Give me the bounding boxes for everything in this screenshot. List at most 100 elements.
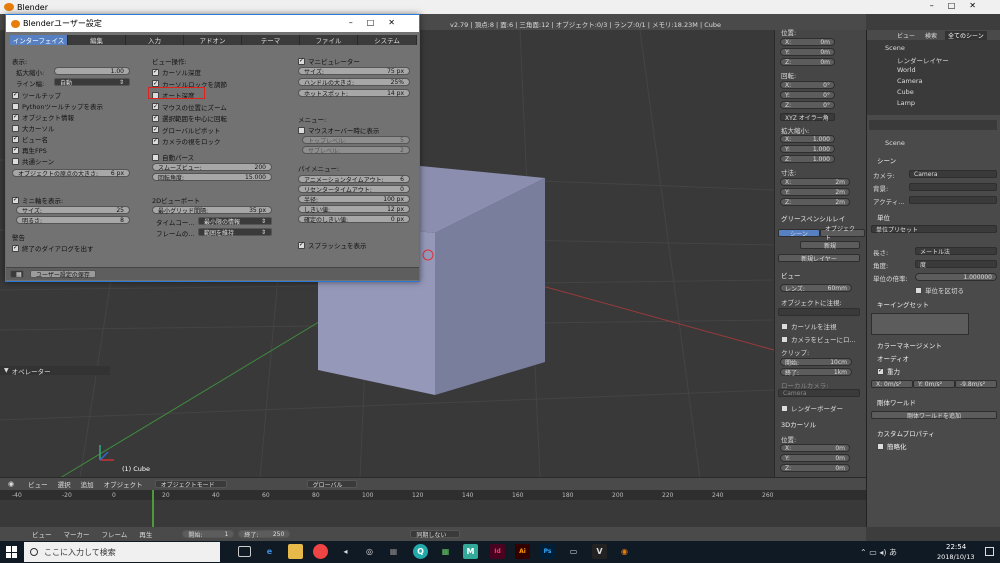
outliner-tab-search[interactable]: 検索 (925, 31, 937, 40)
gp-new-button[interactable]: 新規 (800, 241, 860, 250)
checkbox-icon[interactable]: ✓ (12, 146, 19, 154)
viewops-check-4[interactable]: ✓ 選択範囲を中心に回転 (152, 113, 227, 123)
splash-check[interactable]: ✓ スプラッシュを表示 (298, 240, 367, 250)
display-check-2[interactable]: ✓ オブジェクト情報 (12, 112, 74, 122)
grease-pencil-header[interactable]: グリースペンシルレイ (781, 213, 845, 223)
smooth-view-field[interactable]: スムーズビュー: 200 (152, 163, 272, 172)
viewops-check-5[interactable]: ✓ グローバルピボット (152, 125, 220, 135)
gp-scene-button[interactable]: シーン (778, 229, 820, 238)
checkbox-icon[interactable] (12, 124, 19, 132)
display-check-6[interactable]: 共通シーン (12, 156, 54, 166)
background-field[interactable] (909, 183, 997, 191)
outliner-tab-view[interactable]: ビュー (897, 31, 915, 40)
start-button[interactable] (6, 546, 18, 558)
local-camera-field[interactable]: Camera (778, 389, 860, 397)
edge-icon[interactable]: e (262, 544, 277, 559)
custom-props-header[interactable]: カスタムプロパティ (877, 428, 935, 438)
manipulator-check[interactable]: ✓ マニピュレーター (298, 56, 360, 66)
cursor-y-field[interactable]: Y: 0m (780, 454, 850, 462)
scale-y-field[interactable]: Y: 1.000 (780, 145, 835, 153)
prefs-window-controls[interactable]: –□✕ (349, 18, 409, 27)
dim-x-field[interactable]: X: 2m (780, 178, 850, 186)
outliner-item-renderlayer[interactable]: レンダーレイヤー (897, 55, 949, 65)
rotation-mode-select[interactable]: XYZ オイラー角 (780, 113, 835, 122)
checkbox-icon[interactable]: ✓ (152, 80, 159, 87)
audio-header[interactable]: オーディオ (877, 353, 909, 363)
viewops-check-3[interactable]: ✓ マウスの位置にズーム (152, 102, 227, 112)
viewops-check-6[interactable]: ✓ カメラの視をロック (152, 136, 221, 146)
cursor-x-field[interactable]: X: 0m (780, 444, 850, 452)
toplevel-field[interactable]: トップレベル: 5 (302, 136, 410, 145)
color-management-header[interactable]: カラーマネージメント (877, 340, 942, 350)
lens-field[interactable]: レンズ: 60mm (780, 284, 852, 293)
tab-themes[interactable]: テーマ (242, 35, 300, 45)
sublime-icon[interactable]: ▦ (386, 544, 401, 559)
tab-input[interactable]: 入力 (126, 35, 184, 45)
pivot-select[interactable]: グローバル (306, 480, 357, 489)
mode-select[interactable]: オブジェクトモード (154, 480, 227, 489)
quit-dialog-check[interactable]: ✓ 終了のダイアログを出す (12, 243, 94, 253)
illustrator-icon[interactable]: Ai (515, 544, 530, 559)
checkbox-icon[interactable]: ✓ (152, 114, 159, 122)
checkbox-icon[interactable] (12, 102, 19, 110)
clip-start-field[interactable]: 開始: 10cm (780, 358, 852, 367)
clock-date[interactable]: 2018/10/13 (937, 553, 974, 561)
units-panel-header[interactable]: 単位 (877, 212, 890, 222)
app-grid-icon[interactable]: ▦ (438, 544, 453, 559)
grid-spacing-field[interactable]: 最小グリッド間隔: 35 px (152, 206, 272, 215)
checkbox-icon[interactable]: ✓ (152, 137, 159, 145)
add-rigid-world-button[interactable]: 剛体ワールドを追加 (871, 411, 997, 420)
separate-units-check[interactable]: 単位を区切る (915, 285, 964, 295)
app-v-icon[interactable]: V (592, 544, 607, 559)
menu-add[interactable]: 追加 (81, 479, 94, 489)
properties-tabs[interactable] (869, 120, 997, 130)
display-check-4[interactable]: ✓ ビュー名 (12, 134, 48, 144)
indesign-icon[interactable]: Id (490, 544, 505, 559)
minimap-brightness-field[interactable]: 明るさ: 8 (16, 216, 130, 225)
start-frame-field[interactable]: 開始: 1 (182, 530, 235, 539)
outliner-item-camera[interactable]: Camera (897, 77, 923, 85)
linewidth-select[interactable]: 自動 ⇕ (54, 78, 130, 87)
recenter-timeout-field[interactable]: リセンタータイムアウト: 0 (298, 185, 410, 194)
outliner-item-cube[interactable]: Cube (897, 88, 914, 96)
origin-size-field[interactable]: オブジェクトの原点の大きさ: 6 px (12, 169, 130, 178)
unit-scale-field[interactable]: 1.000000 (915, 273, 997, 281)
outliner[interactable]: ビュー 検索 全てのシーン Scene レンダーレイヤー World Camer… (866, 30, 1000, 115)
pie-threshold-field[interactable]: しきい値: 12 px (298, 205, 410, 214)
app-m-icon[interactable]: M (463, 544, 478, 559)
editor-menu-icon[interactable]: ▦ (10, 270, 24, 278)
checkbox-icon[interactable]: ✓ (12, 135, 19, 143)
frame-select[interactable]: 範囲を維持 ⇕ (198, 228, 272, 237)
tray-icons[interactable]: ⌃ ▭ ◂) あ (860, 547, 897, 558)
3d-cursor-header[interactable]: 3Dカーソル (781, 419, 816, 429)
window-controls[interactable]: –□✕ (930, 1, 990, 10)
scene-panel-header[interactable]: シーン (877, 155, 896, 165)
vscode-icon[interactable]: ◂ (338, 544, 353, 559)
gp-new-layer-button[interactable]: 新規レイヤー (778, 254, 860, 263)
confirm-threshold-field[interactable]: 確定のしきい値: 0 px (298, 215, 410, 224)
rotation-angle-field[interactable]: 回転角度: 15.000 (152, 173, 272, 182)
app-q-icon[interactable]: Q (413, 544, 428, 559)
save-prefs-button[interactable]: ユーザー設定の保存 (30, 270, 96, 279)
scale-field[interactable]: 1.00 (54, 67, 130, 75)
scale-z-field[interactable]: Z: 1.000 (780, 155, 835, 163)
checkbox-icon[interactable] (12, 157, 19, 165)
tl-menu-marker[interactable]: マーカー (64, 529, 90, 539)
keying-sets-list[interactable] (871, 313, 969, 335)
tab-interface[interactable]: インターフェイス (10, 35, 68, 45)
outliner-item-world[interactable]: World (897, 66, 916, 74)
dim-z-field[interactable]: Z: 2m (780, 198, 850, 206)
menu-view[interactable]: ビュー (28, 479, 48, 489)
manip-size-field[interactable]: サイズ: 75 px (298, 67, 410, 76)
outliner-tab-all-scenes[interactable]: 全てのシーン (945, 30, 987, 40)
chrome-icon[interactable] (313, 544, 328, 559)
checkbox-icon[interactable]: ✓ (12, 113, 19, 121)
menu-select[interactable]: 選択 (58, 479, 71, 489)
tab-editing[interactable]: 編集 (68, 35, 126, 45)
render-border-check[interactable]: レンダーボーダー (781, 403, 843, 413)
simplify-header[interactable]: 簡略化 (877, 441, 907, 451)
task-view-icon[interactable] (238, 546, 251, 557)
rot-z-field[interactable]: Z: 0° (780, 101, 835, 109)
gravity-header[interactable]: ✓ 重力 (877, 366, 900, 376)
checkbox-icon[interactable]: ✓ (152, 103, 159, 110)
